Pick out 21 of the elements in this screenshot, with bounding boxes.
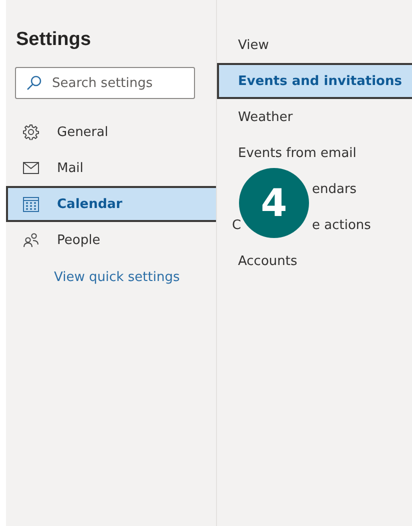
submenu-item[interactable]: Weather: [217, 99, 412, 135]
search-icon: [26, 75, 42, 91]
submenu-item[interactable]: Accounts: [217, 243, 412, 279]
submenu-item[interactable]: Events from email: [217, 135, 412, 171]
people-icon: [23, 232, 39, 248]
submenu-item[interactable]: View: [217, 27, 412, 63]
submenu-item-fragment[interactable]: e actions: [312, 218, 371, 232]
envelope-icon: [23, 162, 39, 174]
submenu-item[interactable]: Events and invitations: [217, 63, 412, 99]
nav-item[interactable]: Mail: [6, 150, 216, 186]
nav-item[interactable]: General: [6, 114, 216, 150]
nav-item[interactable]: People: [6, 222, 216, 258]
nav-item[interactable]: Calendar: [6, 186, 216, 222]
gear-icon: [23, 124, 39, 140]
calendar-icon: [23, 196, 39, 212]
search-field[interactable]: Search settings: [15, 67, 195, 99]
submenu-item-fragment[interactable]: C: [232, 218, 242, 232]
settings-title: Settings: [16, 29, 92, 51]
submenu-item-fragment[interactable]: endars: [312, 182, 357, 196]
step-badge: 4: [239, 168, 309, 238]
quick-settings-link[interactable]: View quick settings: [54, 270, 216, 285]
